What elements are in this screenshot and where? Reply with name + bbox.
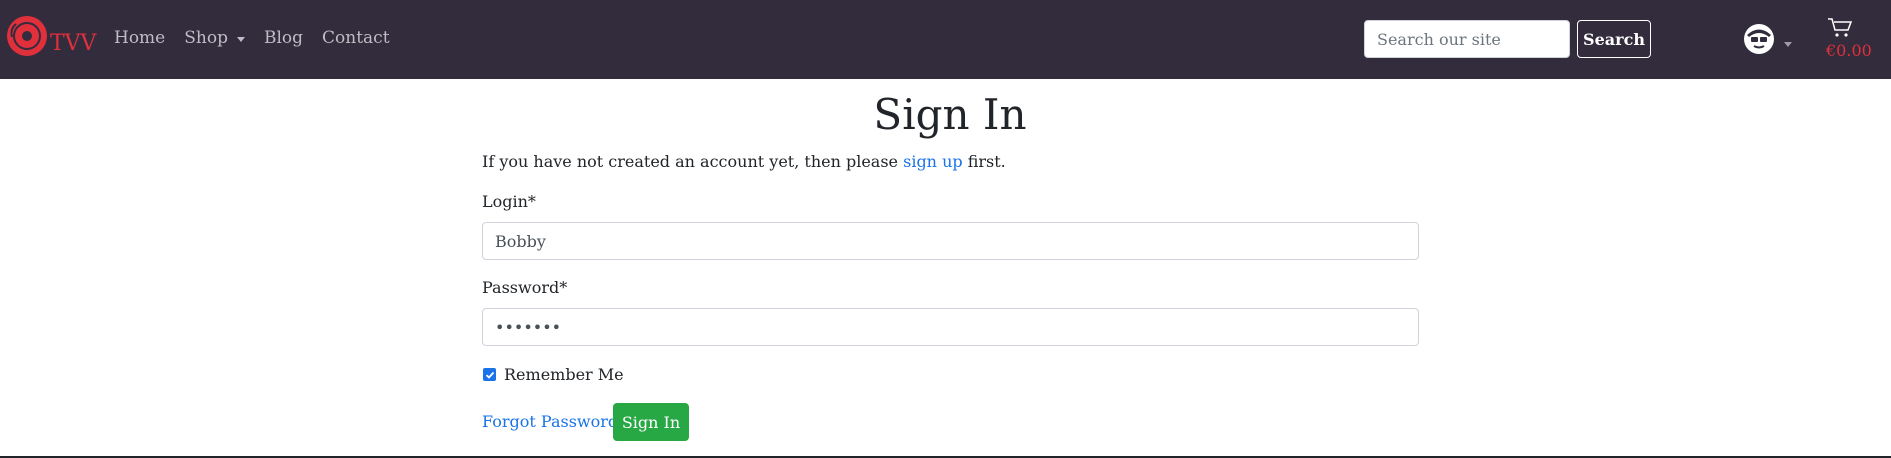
page-title: Sign In (873, 90, 1027, 139)
login-label: Login* (482, 192, 536, 211)
nav-links: Home Shop Blog Contact (114, 28, 409, 48)
brand-logo-link[interactable]: TVV (6, 16, 96, 60)
remember-me: Remember Me (482, 365, 624, 384)
account-dropdown[interactable] (1742, 22, 1792, 60)
signup-prompt-before: If you have not created an account yet, … (482, 152, 904, 171)
password-field[interactable] (482, 308, 1419, 346)
sign-in-button[interactable]: Sign In (613, 403, 689, 441)
forgot-password-link[interactable]: Forgot Password? (482, 412, 627, 431)
nav-contact[interactable]: Contact (322, 28, 390, 48)
chevron-down-icon (236, 36, 245, 42)
nav-shop-label: Shop (184, 28, 228, 48)
nav-home[interactable]: Home (114, 28, 165, 48)
login-field[interactable] (482, 222, 1419, 260)
signup-prompt: If you have not created an account yet, … (482, 152, 1006, 171)
user-icon (1742, 22, 1776, 60)
navbar: TVV Home Shop Blog Contact Search our si… (0, 0, 1891, 79)
cart-total: €0.00 (1826, 41, 1872, 60)
brand-name: TVV (50, 30, 97, 56)
signup-prompt-after: first. (962, 152, 1006, 171)
checkmark-icon (485, 371, 494, 379)
search-button[interactable]: Search (1577, 20, 1651, 58)
signup-link[interactable]: sign up (903, 152, 963, 171)
cart-link[interactable]: €0.00 (1820, 14, 1880, 64)
vinyl-record-icon (6, 15, 48, 61)
nav-shop[interactable]: Shop (184, 28, 245, 48)
chevron-down-icon (1784, 41, 1792, 47)
password-label: Password* (482, 278, 568, 297)
remember-me-label: Remember Me (504, 365, 624, 384)
remember-me-checkbox[interactable] (483, 368, 496, 381)
nav-blog[interactable]: Blog (264, 28, 303, 48)
search-input[interactable] (1364, 20, 1570, 58)
